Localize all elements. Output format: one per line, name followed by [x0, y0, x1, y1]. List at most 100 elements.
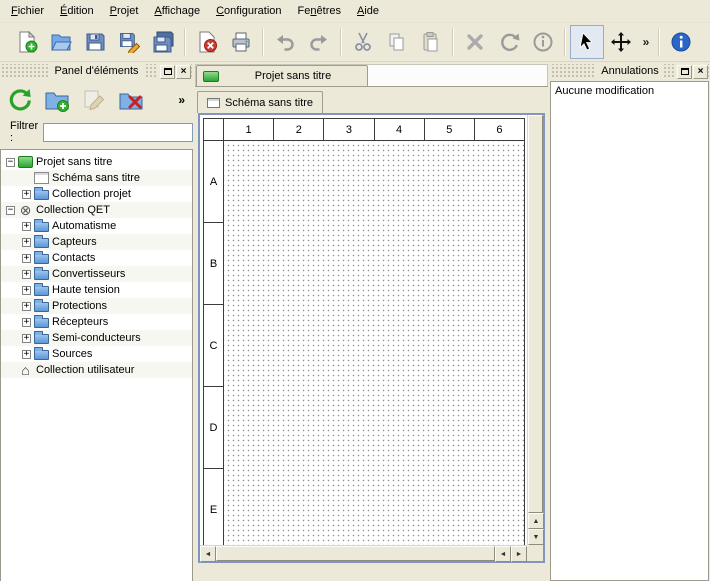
- print-button[interactable]: [224, 25, 258, 59]
- undo-list[interactable]: Aucune modification: [550, 81, 709, 581]
- tree-item[interactable]: +Haute tension: [1, 282, 192, 298]
- scroll-right-button[interactable]: ►: [511, 546, 527, 562]
- toolbar-overflow-button[interactable]: »: [638, 26, 654, 58]
- copy-button[interactable]: [380, 25, 414, 59]
- vertical-scrollbar-thumb[interactable]: [528, 115, 543, 513]
- menu-configuration[interactable]: Configuration: [208, 0, 289, 22]
- scroll-up-button[interactable]: ▲: [528, 513, 544, 529]
- scroll-left-edge-button[interactable]: ◄: [200, 546, 216, 562]
- schema-icon: [34, 172, 49, 184]
- undo-dock-titlebar[interactable]: Annulations ×: [551, 64, 709, 79]
- panel-overflow-button[interactable]: »: [178, 93, 185, 107]
- element-tree[interactable]: −Projet sans titreSchéma sans titre+Coll…: [0, 149, 193, 581]
- tree-item-label: Collection utilisateur: [36, 364, 134, 376]
- paste-button[interactable]: [414, 25, 448, 59]
- reload-collections-button[interactable]: [4, 84, 36, 116]
- float-button[interactable]: [160, 65, 175, 79]
- expander-plus-icon[interactable]: +: [22, 334, 31, 343]
- diagram-grid[interactable]: [224, 141, 524, 545]
- info-gray-icon: [532, 31, 554, 53]
- column-label: 6: [475, 119, 524, 140]
- elements-panel-dock: Panel d'éléments × »: [0, 64, 193, 581]
- tree-item[interactable]: + Récepteurs: [1, 314, 192, 330]
- tree-item[interactable]: +Semi-conducteurs: [1, 330, 192, 346]
- pan-mode-button[interactable]: [604, 25, 638, 59]
- menu-affichage[interactable]: Affichage: [146, 0, 208, 22]
- tree-item-label: Protections: [52, 300, 107, 312]
- menu-aide[interactable]: Aide: [349, 0, 387, 22]
- about-button[interactable]: [664, 25, 698, 59]
- vertical-scrollbar[interactable]: ▲ ▼: [527, 115, 543, 545]
- filter-input[interactable]: [43, 123, 193, 142]
- expander-plus-icon[interactable]: +: [22, 318, 31, 327]
- expander-plus-icon[interactable]: +: [22, 254, 31, 263]
- delete-element-button[interactable]: [115, 84, 147, 116]
- new-element-button[interactable]: [41, 84, 73, 116]
- folder-icon: [34, 286, 49, 296]
- tree-item[interactable]: Schéma sans titre: [1, 170, 192, 186]
- expander-plus-icon[interactable]: +: [22, 286, 31, 295]
- expander-plus-icon[interactable]: +: [22, 190, 31, 199]
- menu-fichier[interactable]: Fichier: [3, 0, 52, 22]
- tree-item[interactable]: +Capteurs: [1, 234, 192, 250]
- new-folder-icon: [44, 87, 70, 113]
- copy-icon: [386, 31, 408, 53]
- expander-plus-icon[interactable]: +: [22, 222, 31, 231]
- expander-minus-icon[interactable]: −: [6, 158, 15, 167]
- expander-plus-icon[interactable]: +: [22, 238, 31, 247]
- tree-item-label: Schéma sans titre: [52, 172, 140, 184]
- tree-item-label: Récepteurs: [52, 316, 108, 328]
- column-label: 3: [324, 119, 374, 140]
- tree-item[interactable]: +Collection projet: [1, 186, 192, 202]
- tree-item[interactable]: + Protections: [1, 298, 192, 314]
- menu-edition[interactable]: Édition: [52, 0, 102, 22]
- expander-plus-icon[interactable]: +: [22, 350, 31, 359]
- cut-button[interactable]: [346, 25, 380, 59]
- info-blue-icon: [670, 31, 692, 53]
- save-all-button[interactable]: [146, 25, 180, 59]
- edit-element-button[interactable]: [78, 84, 110, 116]
- schema-tab-label: Schéma sans titre: [225, 97, 313, 109]
- redo-button[interactable]: [302, 25, 336, 59]
- tab-projet-sans-titre[interactable]: Projet sans titre: [196, 65, 368, 86]
- element-info-button[interactable]: [526, 25, 560, 59]
- close-button[interactable]: ×: [176, 65, 191, 79]
- tree-item[interactable]: +Contacts: [1, 250, 192, 266]
- expander-plus-icon[interactable]: +: [22, 302, 31, 311]
- tree-item[interactable]: −Collection QET: [1, 202, 192, 218]
- menu-fenetres[interactable]: Fenêtres: [290, 0, 349, 22]
- delete-button[interactable]: [458, 25, 492, 59]
- rotate-button[interactable]: [492, 25, 526, 59]
- close-file-button[interactable]: [190, 25, 224, 59]
- select-mode-button[interactable]: [570, 25, 604, 59]
- float-button[interactable]: [677, 65, 692, 79]
- elements-panel-titlebar[interactable]: Panel d'éléments ×: [1, 64, 192, 79]
- open-project-button[interactable]: [44, 25, 78, 59]
- column-ruler: 123456: [224, 119, 524, 140]
- scroll-left-button[interactable]: ◄: [495, 546, 511, 562]
- horizontal-scrollbar[interactable]: ◄ ◄ ►: [200, 545, 527, 561]
- tree-item[interactable]: +Sources: [1, 346, 192, 362]
- toolbar-separator: [564, 28, 566, 56]
- tab-schema-sans-titre[interactable]: Schéma sans titre: [197, 91, 323, 113]
- float-icon: [681, 68, 689, 75]
- horizontal-scrollbar-thumb[interactable]: [216, 546, 495, 561]
- toolbar-separator: [658, 28, 660, 56]
- save-button[interactable]: [78, 25, 112, 59]
- new-project-button[interactable]: [10, 25, 44, 59]
- home-icon: [18, 364, 33, 376]
- close-button[interactable]: ×: [693, 65, 708, 79]
- menu-projet[interactable]: Projet: [102, 0, 147, 22]
- scroll-down-button[interactable]: ▼: [528, 529, 544, 545]
- tree-item[interactable]: +Convertisseurs: [1, 266, 192, 282]
- tree-item[interactable]: Collection utilisateur: [1, 362, 192, 378]
- column-label: 4: [375, 119, 425, 140]
- expander-minus-icon[interactable]: −: [6, 206, 15, 215]
- tree-item[interactable]: −Projet sans titre: [1, 154, 192, 170]
- undo-button[interactable]: [268, 25, 302, 59]
- save-as-button[interactable]: [112, 25, 146, 59]
- diagram-canvas[interactable]: 123456 ABCDE: [200, 115, 527, 545]
- project-workspace: Schéma sans titre 123456 ABCDE: [195, 86, 548, 581]
- tree-item[interactable]: +Automatisme: [1, 218, 192, 234]
- expander-plus-icon[interactable]: +: [22, 270, 31, 279]
